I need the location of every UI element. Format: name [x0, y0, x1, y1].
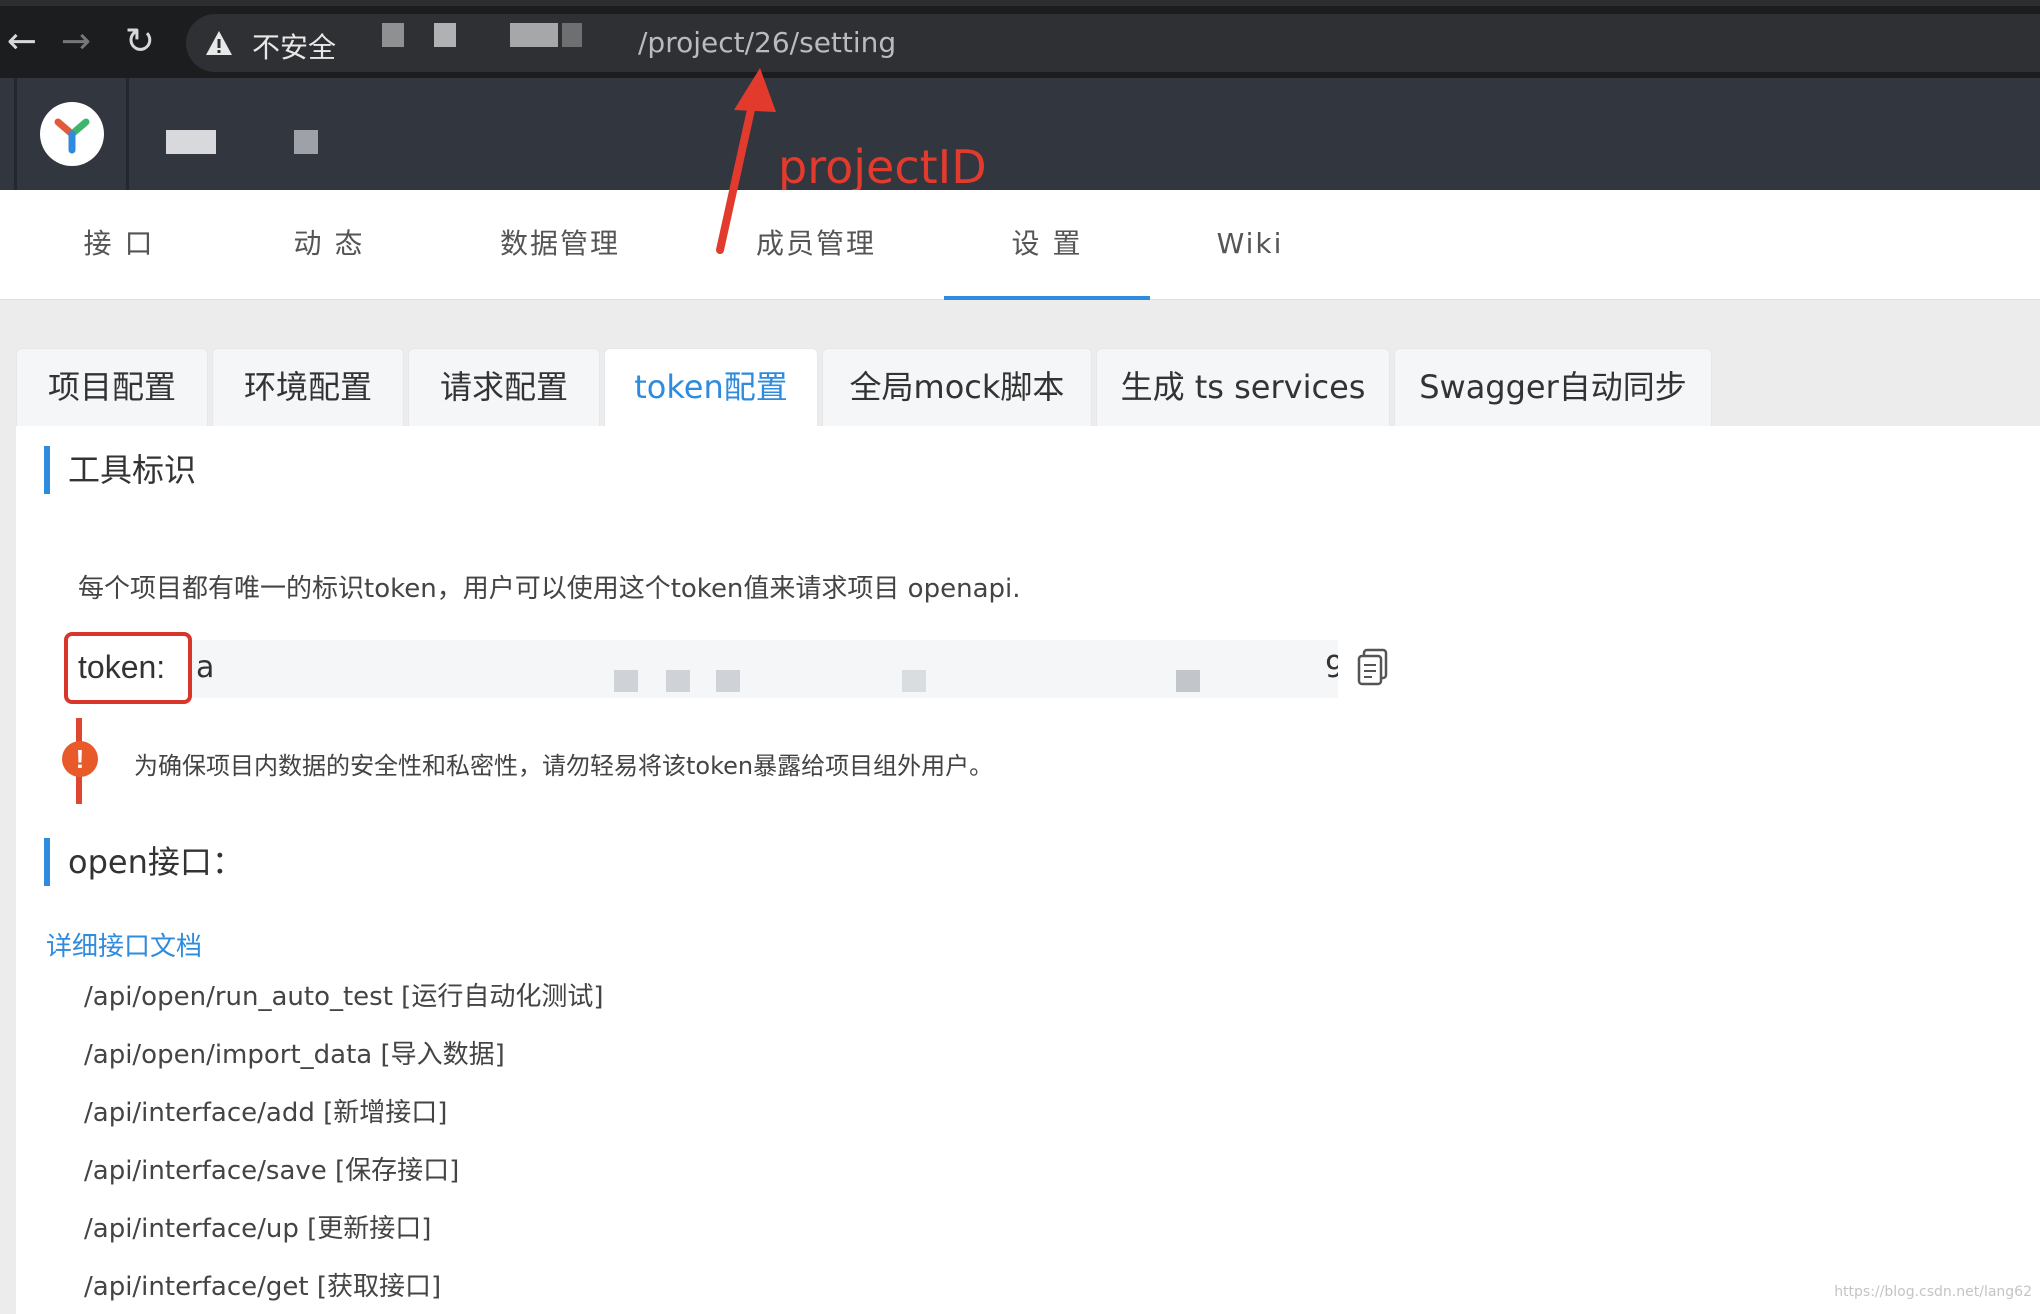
token-warning-text: 为确保项目内数据的安全性和私密性，请勿轻易将该token暴露给项目组外用户。 [134, 752, 994, 780]
forward-arrow-icon[interactable]: → [54, 20, 98, 64]
redacted-host [562, 23, 582, 47]
subtab-ts-services[interactable]: 生成 ts services [1096, 348, 1390, 426]
api-docs-link[interactable]: 详细接口文档 [46, 926, 202, 963]
app-header: projectID [0, 78, 2040, 194]
address-bar[interactable]: 不安全 /project/26/setting [186, 14, 2040, 72]
warning-triangle-icon [206, 31, 232, 55]
project-nav: 接 口 动 态 数据管理 成员管理 设 置 Wiki [0, 190, 2040, 300]
redacted-token [902, 670, 926, 692]
redacted-project-name [294, 130, 318, 154]
tab-interface[interactable]: 接 口 [44, 190, 194, 300]
watermark: https://blog.csdn.net/lang62 [1834, 1284, 2032, 1300]
reload-icon[interactable]: ↻ [118, 20, 162, 64]
subtab-env-config[interactable]: 环境配置 [212, 348, 404, 426]
list-item: /api/open/import_data [导入数据] [84, 1040, 505, 1070]
security-label[interactable]: 不安全 [252, 26, 336, 66]
redacted-token [716, 670, 740, 692]
token-value-field[interactable]: a 9 [192, 640, 1338, 698]
token-value-end: 9 [1325, 650, 1338, 685]
redacted-token [1176, 670, 1200, 692]
section-title-tool-id: 工具标识 [44, 446, 196, 494]
exclamation-icon: ! [62, 741, 98, 777]
list-item: /api/interface/add [新增接口] [84, 1098, 448, 1128]
header-divider [14, 78, 17, 190]
subtab-request-config[interactable]: 请求配置 [408, 348, 600, 426]
settings-card: 项目配置 环境配置 请求配置 token配置 全局mock脚本 生成 ts se… [16, 348, 2040, 1314]
tab-activity[interactable]: 动 态 [254, 190, 404, 300]
subtab-global-mock[interactable]: 全局mock脚本 [822, 348, 1092, 426]
list-item: /api/interface/get [获取接口] [84, 1272, 442, 1302]
back-arrow-icon[interactable]: ← [0, 20, 44, 64]
tab-settings[interactable]: 设 置 [944, 190, 1150, 300]
redacted-host [382, 23, 404, 47]
redacted-host [510, 23, 558, 47]
token-label-text: token: [78, 649, 166, 685]
settings-subtabs: 项目配置 环境配置 请求配置 token配置 全局mock脚本 生成 ts se… [16, 348, 2040, 426]
tab-data-management[interactable]: 数据管理 [480, 190, 640, 300]
subtab-project-config[interactable]: 项目配置 [16, 348, 208, 426]
open-api-list: /api/open/run_auto_test [运行自动化测试] /api/o… [84, 982, 603, 1314]
annotation-label: projectID [778, 140, 987, 194]
subtab-swagger-sync[interactable]: Swagger自动同步 [1394, 348, 1712, 426]
redacted-token [614, 670, 638, 692]
token-label: token: [64, 632, 192, 704]
tab-member-management[interactable]: 成员管理 [736, 190, 896, 300]
browser-toolbar: ← → ↻ 不安全 /project/26/setting [0, 0, 2040, 78]
redacted-project-name [166, 130, 216, 154]
tab-wiki[interactable]: Wiki [1190, 190, 1310, 300]
list-item: /api/interface/up [更新接口] [84, 1214, 432, 1244]
section-title-open-api: open接口： [44, 838, 244, 886]
subtab-token-config[interactable]: token配置 [604, 348, 818, 426]
redacted-host [434, 23, 456, 47]
token-config-panel: 工具标识 每个项目都有唯一的标识token，用户可以使用这个token值来请求项… [16, 426, 2040, 1314]
copy-icon[interactable] [1356, 648, 1390, 686]
yapi-logo[interactable] [40, 102, 104, 166]
token-value-start: a [196, 650, 215, 685]
list-item: /api/open/run_auto_test [运行自动化测试] [84, 982, 604, 1012]
logo-mark-icon [54, 118, 90, 154]
header-divider [126, 78, 129, 190]
redacted-token [666, 670, 690, 692]
list-item: /api/interface/save [保存接口] [84, 1156, 460, 1186]
token-description: 每个项目都有唯一的标识token，用户可以使用这个token值来请求项目 ope… [78, 574, 1021, 604]
url-path[interactable]: /project/26/setting [638, 26, 896, 59]
